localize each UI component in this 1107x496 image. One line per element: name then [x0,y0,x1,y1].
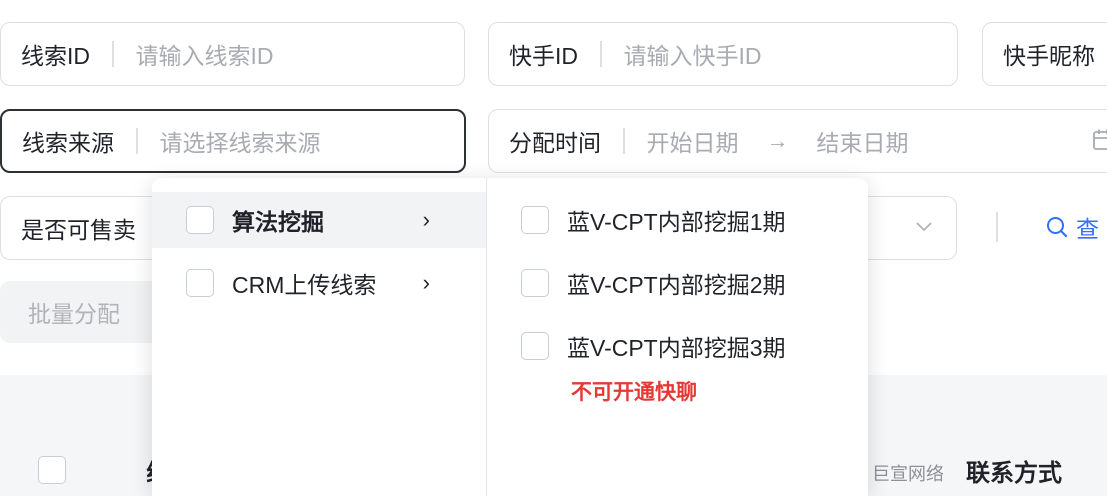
option-checkbox[interactable] [521,269,549,297]
batch-assign-label: 批量分配 [28,301,120,327]
option-label: 蓝V-CPT内部挖掘3期 [567,335,786,361]
toolbar-divider [996,212,998,242]
batch-assign-button[interactable]: 批量分配 [0,281,160,343]
option-label: CRM上传线索 [232,272,377,298]
cascader-note: 不可开通快聊 [571,381,697,404]
kuaishou-id-field[interactable]: 快手ID 请输入快手ID [488,22,958,86]
assign-time-range[interactable]: 分配时间 开始日期 → 结束日期 [488,109,1107,173]
option-label: 蓝V-CPT内部挖掘2期 [567,272,786,298]
field-divider [112,41,114,67]
end-date-input[interactable]: 结束日期 [817,124,909,158]
field-divider [136,128,138,154]
field-divider [623,128,625,154]
lead-source-placeholder: 请选择线索来源 [159,130,321,156]
cascader-option-algorithm-mining[interactable]: 算法挖掘 › [152,192,486,248]
kuaishou-nickname-label: 快手昵称 [1003,43,1095,69]
cascader-option-phase-2[interactable]: 蓝V-CPT内部挖掘2期 [487,255,868,311]
option-checkbox[interactable] [186,206,214,234]
range-arrow-icon: → [766,128,789,153]
lead-id-label: 线索ID [21,43,90,69]
lead-id-field[interactable]: 线索ID 请输入线索ID [0,22,465,86]
search-button[interactable]: 查 [1046,205,1099,249]
cascader-level2-panel: 蓝V-CPT内部挖掘1期 蓝V-CPT内部挖掘2期 蓝V-CPT内部挖掘3期 不… [487,178,868,496]
cascader-option-phase-1[interactable]: 蓝V-CPT内部挖掘1期 [487,192,868,248]
chevron-down-icon [916,219,932,237]
cascader-option-crm-upload[interactable]: CRM上传线索 › [152,255,486,311]
cascader-level1-panel: 算法挖掘 › CRM上传线索 › [152,178,487,496]
option-checkbox[interactable] [186,269,214,297]
table-col-contact: 联系方式 [966,460,1062,487]
kuaishou-id-input[interactable]: 请输入快手ID [624,37,762,71]
lead-source-select[interactable]: 线索来源 请选择线索来源 [0,109,466,173]
sellable-label: 是否可售卖 [21,217,136,243]
kuaishou-id-label: 快手ID [509,43,578,69]
select-all-checkbox[interactable] [38,456,66,484]
chevron-right-icon: › [422,207,430,232]
watermark-brand: 巨宣网络 [872,464,944,484]
cascader-option-phase-3[interactable]: 蓝V-CPT内部挖掘3期 [487,318,868,374]
chevron-right-icon: › [422,270,430,295]
option-checkbox[interactable] [521,206,549,234]
option-label: 算法挖掘 [232,209,324,235]
assign-time-label: 分配时间 [509,130,601,156]
start-date-input[interactable]: 开始日期 [647,124,739,158]
lead-id-input[interactable]: 请输入线索ID [136,37,274,71]
kuaishou-nickname-field[interactable]: 快手昵称 [982,22,1107,86]
search-icon [1047,217,1068,238]
calendar-icon[interactable] [1091,127,1107,153]
field-divider [600,41,602,67]
option-label: 蓝V-CPT内部挖掘1期 [567,209,786,235]
option-checkbox[interactable] [521,332,549,360]
search-label: 查 [1076,216,1099,242]
lead-source-cascader: 算法挖掘 › CRM上传线索 › 蓝V-CPT内部挖掘1期 蓝V-CPT内部挖掘… [152,178,868,496]
lead-source-label: 线索来源 [22,130,114,156]
